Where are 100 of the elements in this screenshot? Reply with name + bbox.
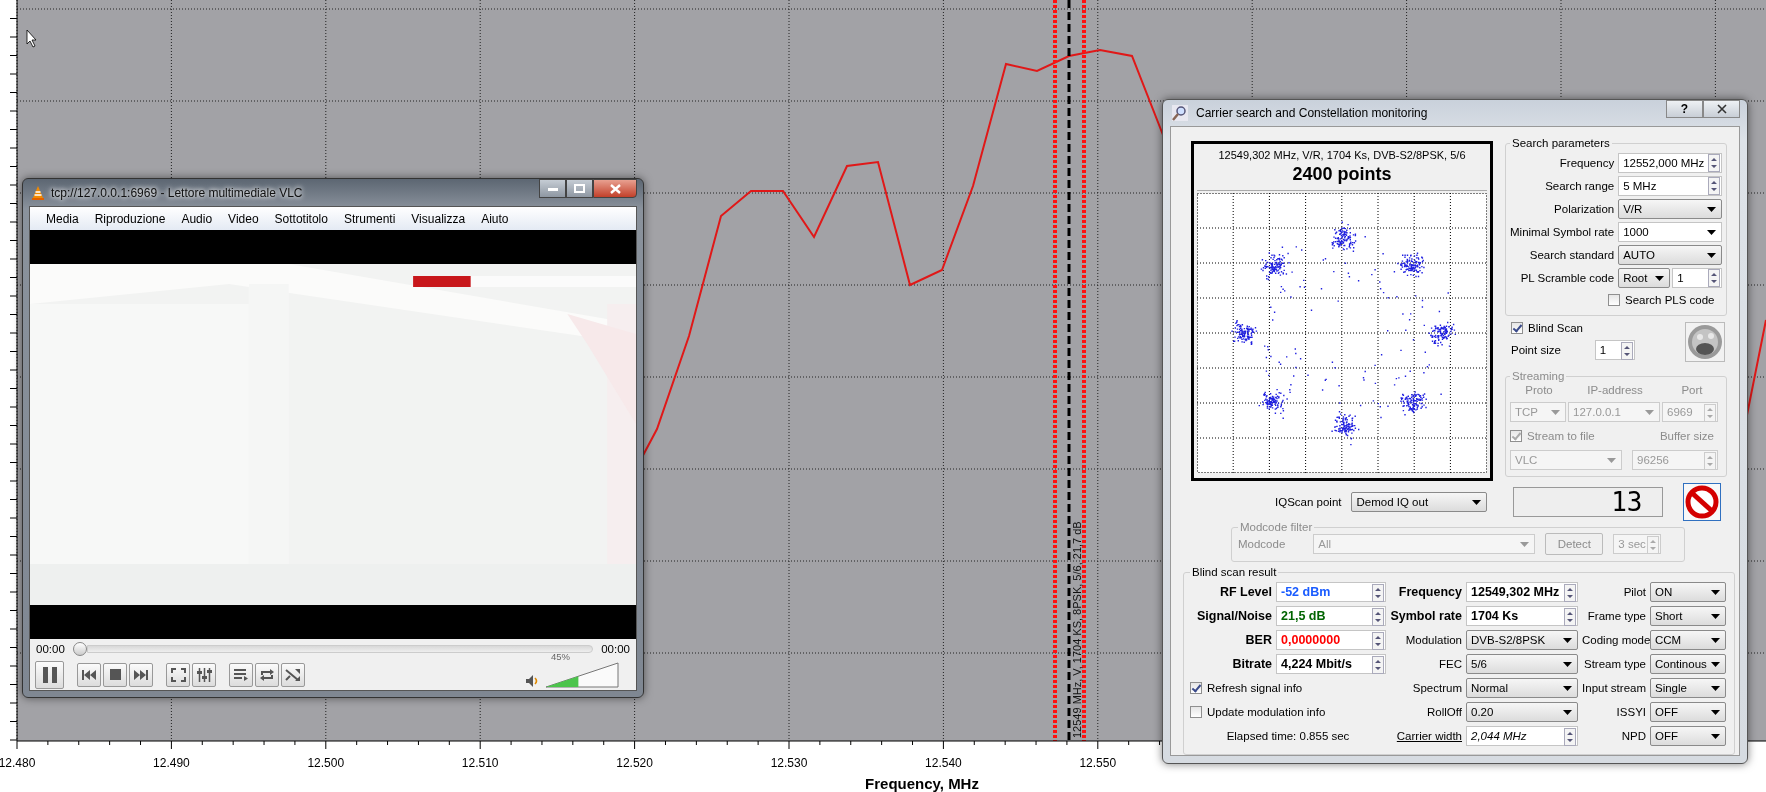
dropdown[interactable]: ON — [1650, 582, 1726, 602]
stop-button[interactable] — [1683, 483, 1722, 521]
field-label: Polarization — [1553, 202, 1615, 215]
close-icon — [1716, 104, 1727, 114]
playlist-icon — [233, 668, 249, 681]
fullscreen-button[interactable] — [166, 662, 190, 687]
menu-item[interactable]: Strumenti — [335, 211, 404, 226]
spin-field[interactable]: 12552,000 MHz — [1618, 152, 1723, 173]
stop-button[interactable] — [103, 662, 127, 687]
checkbox[interactable] — [1190, 682, 1202, 694]
menu-item[interactable]: Audio — [173, 211, 221, 226]
minimize-button[interactable] — [539, 179, 566, 198]
checkbox[interactable] — [1190, 706, 1202, 718]
menu-item[interactable]: Riproduzione — [86, 211, 174, 226]
checkbox-label: Stream to file — [1527, 430, 1595, 442]
cone-icon — [31, 184, 45, 201]
stop-icon — [109, 669, 121, 680]
previous-icon — [81, 668, 97, 681]
previous-button[interactable] — [77, 662, 101, 687]
field-label: ISSYI — [1615, 706, 1646, 718]
dropdown-arrow-icon — [1707, 206, 1717, 212]
field-label: Spectrum — [1411, 682, 1462, 694]
dropdown[interactable]: DVB-S2/8PSK — [1466, 630, 1578, 650]
dropdown[interactable]: Single — [1650, 678, 1726, 698]
elapsed-time: Elapsed time: 0.855 sec — [1226, 730, 1350, 742]
loop-button[interactable] — [255, 662, 279, 687]
no-entry-icon — [1685, 485, 1720, 519]
dropdown-arrow-icon — [1563, 662, 1572, 667]
spinner-icon — [1708, 177, 1721, 195]
dropdown[interactable]: Normal — [1466, 678, 1578, 698]
playlist-button[interactable] — [229, 662, 253, 687]
dropdown[interactable]: AUTO — [1618, 244, 1723, 265]
menu-item[interactable]: Aiuto — [473, 211, 517, 226]
equalizer-button[interactable] — [192, 662, 216, 687]
dropdown-arrow-icon — [1655, 275, 1665, 281]
checkbox[interactable] — [1608, 294, 1620, 306]
dropdown-arrow-icon — [1711, 710, 1720, 715]
menu-item[interactable]: Media — [38, 211, 87, 226]
checkbox[interactable] — [1511, 322, 1523, 334]
time-total: 00:00 — [601, 643, 630, 655]
checkbox-label: Search PLS code — [1625, 294, 1715, 306]
spin-field[interactable]: 1 — [1672, 267, 1723, 288]
axis-tick-label: 12.490 — [153, 756, 190, 770]
spin-field[interactable]: 0,0000000 — [1276, 630, 1386, 650]
volume-reading: 45% — [551, 650, 570, 662]
seek-handle[interactable] — [72, 642, 87, 656]
close-button[interactable] — [1703, 100, 1740, 118]
fullscreen-icon — [170, 667, 186, 682]
dropdown[interactable]: 0.20 — [1466, 702, 1578, 722]
axis-tick-label: 12.500 — [307, 756, 345, 770]
carrier-info: 12549,302 MHz, V/R, 1704 Ks, DVB-S2/8PSK, 5/6 — [1218, 149, 1466, 161]
help-button[interactable]: ? — [1666, 100, 1703, 118]
next-button[interactable] — [129, 662, 153, 687]
dropdown-arrow-icon — [1520, 542, 1530, 547]
dropdown-arrow-icon — [1551, 410, 1560, 415]
spinner-icon — [1647, 535, 1660, 554]
pause-button[interactable] — [35, 660, 64, 689]
column-label: Port — [1680, 384, 1704, 398]
close-button[interactable] — [593, 179, 637, 198]
field-label: PL Scramble code — [1519, 271, 1615, 284]
group-title: Search parameters — [1511, 137, 1611, 149]
dropdown-arrow-icon — [1707, 252, 1717, 258]
spin-field[interactable]: 21,5 dB — [1276, 606, 1386, 626]
dropdown[interactable]: Root — [1618, 267, 1671, 288]
dropdown[interactable]: Short — [1650, 606, 1726, 626]
dropdown[interactable]: CCM — [1650, 630, 1726, 650]
axis-tick-label: 12.540 — [925, 756, 962, 770]
spin-field[interactable]: 4,224 Mbit/s — [1276, 654, 1386, 674]
field-label: Buffer size — [1659, 430, 1714, 442]
window-title: Carrier search and Constellation monitoring — [1196, 106, 1428, 120]
dropdown[interactable]: Demod IQ out — [1351, 492, 1488, 512]
spin-field[interactable]: -52 dBm — [1276, 582, 1386, 602]
time-elapsed: 00:00 — [36, 643, 65, 655]
carrier-width-link[interactable]: Carrier width — [1390, 730, 1462, 742]
points-count: 2400 points — [1292, 164, 1392, 185]
seek-track[interactable] — [86, 645, 594, 653]
dropdown[interactable]: Continous — [1650, 654, 1726, 674]
maximize-button[interactable] — [566, 179, 593, 198]
spin-field[interactable]: 5 MHz — [1618, 175, 1723, 196]
spinner-icon — [1564, 727, 1576, 746]
axis-title: Frequency, MHz — [865, 775, 979, 792]
spin-field[interactable]: 1704 Ks — [1466, 606, 1578, 626]
spin-field[interactable]: 1 — [1594, 340, 1635, 360]
speaker-icon — [525, 673, 539, 688]
field-label: Minimal Symbol rate — [1510, 225, 1615, 238]
dropdown[interactable]: 5/6 — [1466, 654, 1578, 674]
shuffle-button[interactable] — [281, 662, 305, 687]
spin-field[interactable]: 2,044 MHz — [1466, 726, 1578, 746]
dropdown[interactable]: V/R — [1618, 198, 1723, 219]
spin-field[interactable]: 12549,302 MHz — [1466, 582, 1578, 602]
dropdown-arrow-icon — [1711, 590, 1720, 595]
dropdown[interactable]: 1000 — [1618, 221, 1723, 242]
menu-item[interactable]: Sottotitolo — [266, 211, 336, 226]
menu-item[interactable]: Video — [220, 211, 267, 226]
menu-item[interactable]: Visualizza — [403, 211, 474, 226]
shuffle-icon — [285, 667, 301, 682]
dropdown[interactable]: OFF — [1650, 702, 1726, 722]
maximize-icon — [574, 184, 585, 193]
dropdown[interactable]: OFF — [1650, 726, 1726, 746]
field-label: Pilot — [1622, 586, 1646, 598]
